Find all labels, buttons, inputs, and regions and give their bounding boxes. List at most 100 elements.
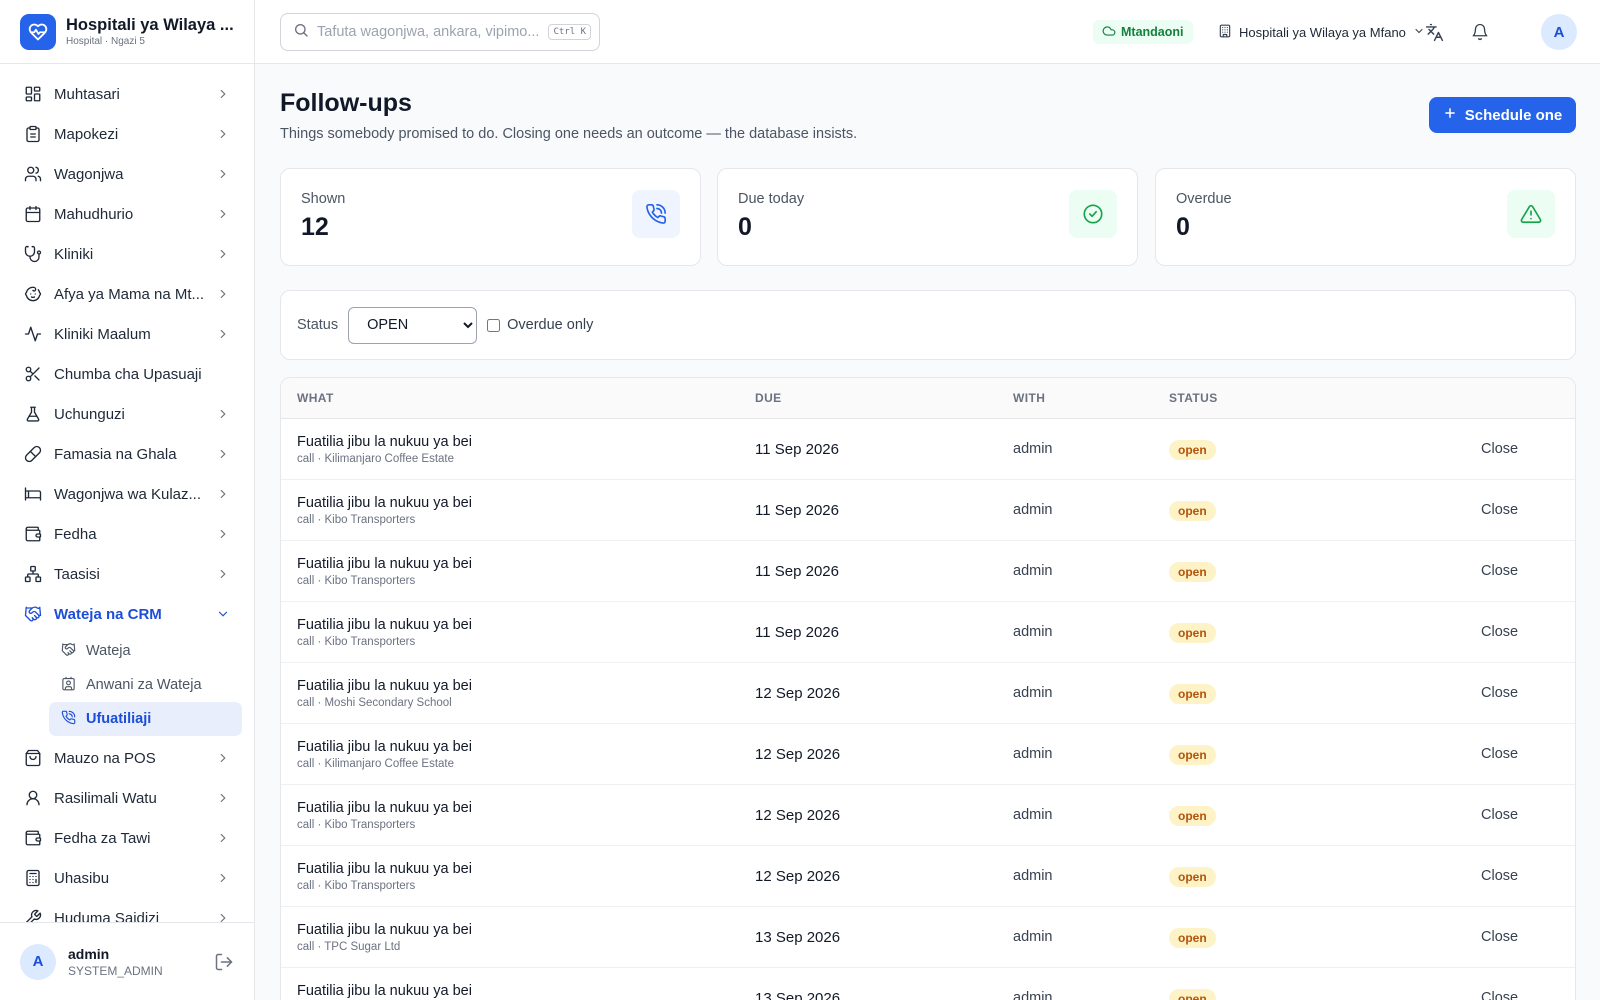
brand-header[interactable]: Hospitali ya Wilaya ... Hospital · Ngazi… <box>0 0 254 64</box>
cell-due: 12 Sep 2026 <box>755 868 841 885</box>
cell-due: 11 Sep 2026 <box>755 563 839 580</box>
users-icon <box>24 165 42 183</box>
user-avatar-top[interactable]: A <box>1541 14 1577 50</box>
close-followup-button[interactable]: Close <box>1481 990 1518 1000</box>
sidebar-item-uchunguzi[interactable]: Uchunguzi <box>0 394 254 434</box>
overdue-only-checkbox[interactable] <box>487 318 501 332</box>
chevron-right-icon <box>216 287 230 301</box>
cell-with: admin <box>1013 929 1053 945</box>
sidebar-item-muhtasari[interactable]: Muhtasari <box>0 74 254 114</box>
sidebar-item-famasia-na-ghala[interactable]: Famasia na Ghala <box>0 434 254 474</box>
sidebar-subitem-wateja[interactable]: Wateja <box>49 634 242 668</box>
cell-due: 12 Sep 2026 <box>755 685 841 702</box>
sidebar-item-label: Afya ya Mama na Mt... <box>54 285 204 303</box>
facility-selector[interactable]: Hospitali ya Wilaya ya Mfano <box>1218 20 1425 44</box>
followup-title: Fuatilia jibu la nukuu ya bei <box>297 739 472 755</box>
table-row[interactable]: Fuatilia jibu la nukuu ya bei call · Kili… <box>281 724 1575 785</box>
sidebar-item-wagonjwa[interactable]: Wagonjwa <box>0 154 254 194</box>
stat-card-overdue: Overdue 0 <box>1155 168 1576 266</box>
sidebar-item-taasisi[interactable]: Taasisi <box>0 554 254 594</box>
stat-card-shown: Shown 12 <box>280 168 701 266</box>
bell-icon[interactable] <box>1468 20 1492 44</box>
sidebar-item-rasilimali-watu[interactable]: Rasilimali Watu <box>0 778 254 818</box>
sidebar-item-mauzo-na-pos[interactable]: Mauzo na POS <box>0 738 254 778</box>
cell-what: Fuatilia jibu la nukuu ya bei call · Kibo… <box>297 495 472 526</box>
search-box[interactable]: Ctrl K <box>280 13 600 51</box>
sidebar-item-label: Chumba cha Upasuaji <box>54 365 202 383</box>
sidebar-item-fedha-za-tawi[interactable]: Fedha za Tawi <box>0 818 254 858</box>
close-followup-button[interactable]: Close <box>1481 868 1518 884</box>
status-filter-label: Status <box>297 317 339 333</box>
cell-what: Fuatilia jibu la nukuu ya bei call · Kibo… <box>297 861 472 892</box>
sidebar-item-kliniki[interactable]: Kliniki <box>0 234 254 274</box>
cell-due: 11 Sep 2026 <box>755 502 839 519</box>
sidebar-item-uhasibu[interactable]: Uhasibu <box>0 858 254 898</box>
close-followup-button[interactable]: Close <box>1481 502 1518 518</box>
table-row[interactable]: Fuatilia jibu la nukuu ya bei call · Kibo… <box>281 846 1575 907</box>
table-row[interactable]: Fuatilia jibu la nukuu ya bei call · Kibo… <box>281 480 1575 541</box>
table-row[interactable]: Fuatilia jibu la nukuu ya beicall · TPC … <box>281 907 1575 968</box>
flask-icon <box>24 405 42 423</box>
sidebar-item-label: Fedha za Tawi <box>54 829 151 847</box>
close-followup-button[interactable]: Close <box>1481 929 1518 945</box>
close-followup-button[interactable]: Close <box>1481 563 1518 579</box>
sidebar-item-kliniki-maalum[interactable]: Kliniki Maalum <box>0 314 254 354</box>
sidebar-item-fedha[interactable]: Fedha <box>0 514 254 554</box>
sidebar-subitem-ufuatiliaji[interactable]: Ufuatiliaji <box>49 702 242 736</box>
sidebar-item-label: Wagonjwa wa Kulaz... <box>54 485 202 503</box>
sidebar-item-wateja-na-crm[interactable]: Wateja na CRM <box>0 594 254 634</box>
chevron-right-icon <box>216 831 230 845</box>
table-row[interactable]: Fuatilia jibu la nukuu ya bei call · Mosh… <box>281 663 1575 724</box>
check-circle-icon <box>1069 190 1117 238</box>
schedule-button-label: Schedule one <box>1464 106 1563 124</box>
sidebar-item-label: Fedha <box>54 525 97 543</box>
cell-what: Fuatilia jibu la nukuu ya bei call · Kibo… <box>297 800 472 831</box>
user-avatar[interactable]: A <box>20 943 56 980</box>
table-row[interactable]: Fuatilia jibu la nukuu ya beicall · TPC … <box>281 968 1575 1000</box>
sidebar-item-wagonjwa-wa-kulaz[interactable]: Wagonjwa wa Kulaz... <box>0 474 254 514</box>
table-row[interactable]: Fuatilia jibu la nukuu ya bei call · Kibo… <box>281 541 1575 602</box>
search-input[interactable] <box>317 24 541 40</box>
sidebar-item-chumba-cha-upasuaji[interactable]: Chumba cha Upasuaji <box>0 354 254 394</box>
table-row[interactable]: Fuatilia jibu la nukuu ya bei call · Kibo… <box>281 602 1575 663</box>
cell-with: admin <box>1013 624 1053 640</box>
column-header-with: WITH <box>1013 391 1046 405</box>
followup-title: Fuatilia jibu la nukuu ya bei <box>297 922 472 938</box>
search-icon <box>293 22 309 43</box>
filter-bar: Status OPEN Overdue only <box>280 290 1576 360</box>
sidebar-subitem-anwani-za-wateja[interactable]: Anwani za Wateja <box>49 668 242 702</box>
online-status-label: Mtandaoni <box>1121 25 1184 39</box>
user-name: admin <box>68 945 110 962</box>
cell-what: Fuatilia jibu la nukuu ya bei call · Kili… <box>297 739 472 770</box>
status-filter-select[interactable]: OPEN <box>348 306 478 344</box>
table-body: Fuatilia jibu la nukuu ya bei call · Kili… <box>281 419 1575 1000</box>
table-row[interactable]: Fuatilia jibu la nukuu ya bei call · Kibo… <box>281 785 1575 846</box>
cell-what: Fuatilia jibu la nukuu ya bei call · Kili… <box>297 434 472 465</box>
translate-icon[interactable] <box>1422 20 1446 44</box>
sidebar-item-mapokezi[interactable]: Mapokezi <box>0 114 254 154</box>
stat-value: 12 <box>301 213 329 241</box>
chevron-right-icon <box>216 127 230 141</box>
table-row[interactable]: Fuatilia jibu la nukuu ya bei call · Kili… <box>281 419 1575 480</box>
close-followup-button[interactable]: Close <box>1481 441 1518 457</box>
overdue-only-toggle[interactable]: Overdue only <box>487 317 593 333</box>
schedule-button[interactable]: Schedule one <box>1429 97 1576 133</box>
logout-icon[interactable] <box>214 952 234 972</box>
status-badge: open <box>1169 745 1216 765</box>
sidebar-item-afya-ya-mama-na-mt[interactable]: Afya ya Mama na Mt... <box>0 274 254 314</box>
page-subtitle: Things somebody promised to do. Closing … <box>280 126 858 142</box>
cell-due: 12 Sep 2026 <box>755 807 841 824</box>
stat-label: Due today <box>738 191 805 207</box>
chevron-right-icon <box>216 167 230 181</box>
followup-subtitle: call · Moshi Secondary School <box>297 697 452 709</box>
online-status-badge: Mtandaoni <box>1093 20 1193 44</box>
followup-subtitle: call · Kilimanjaro Coffee Estate <box>297 758 455 770</box>
calendar-icon <box>24 205 42 223</box>
alert-triangle-icon <box>1507 190 1555 238</box>
close-followup-button[interactable]: Close <box>1481 807 1518 823</box>
close-followup-button[interactable]: Close <box>1481 685 1518 701</box>
brand-subtitle: Hospital · Ngazi 5 <box>66 36 145 47</box>
close-followup-button[interactable]: Close <box>1481 746 1518 762</box>
close-followup-button[interactable]: Close <box>1481 624 1518 640</box>
sidebar-item-mahudhurio[interactable]: Mahudhurio <box>0 194 254 234</box>
